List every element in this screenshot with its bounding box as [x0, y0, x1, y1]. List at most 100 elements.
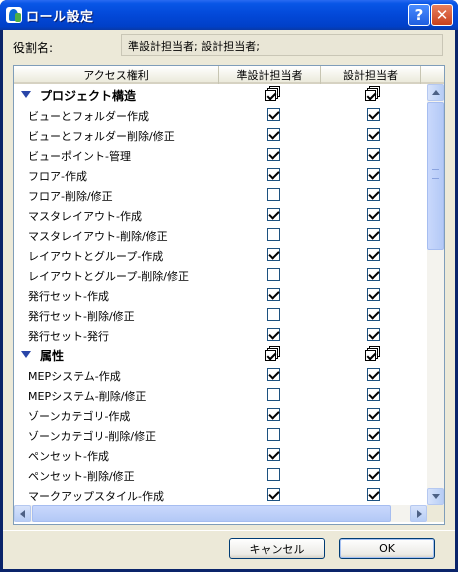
scroll-up-button[interactable] — [427, 84, 444, 101]
designer-checkbox[interactable] — [367, 168, 380, 181]
associate-designer-checkbox[interactable] — [267, 328, 280, 341]
access-right-label: レイアウトとグループ-削除/修正 — [28, 270, 190, 283]
access-rights-list[interactable]: アクセス権利 準設計担当者 設計担当者 プロジェクト構造 ビューとフォルダー作成ビ… — [13, 65, 445, 525]
associate-designer-checkbox[interactable] — [267, 368, 280, 381]
associate-designer-checkbox[interactable] — [267, 468, 280, 481]
table-row[interactable]: ゾーンカテゴリ-作成 — [14, 404, 427, 424]
table-row[interactable]: ゾーンカテゴリ-削除/修正 — [14, 424, 427, 444]
access-right-label: マスタレイアウト-削除/修正 — [28, 230, 168, 243]
table-row[interactable]: フロア-削除/修正 — [14, 184, 427, 204]
ok-button[interactable]: OK — [339, 538, 435, 559]
access-right-label: フロア-削除/修正 — [28, 190, 113, 203]
role-name-label: 役割名: — [13, 41, 54, 55]
scroll-down-button[interactable] — [427, 488, 444, 505]
designer-checkbox[interactable] — [367, 148, 380, 161]
associate-designer-checkbox[interactable] — [267, 168, 280, 181]
designer-checkbox[interactable] — [367, 408, 380, 421]
table-row[interactable]: 発行セット-作成 — [14, 284, 427, 304]
table-row[interactable]: マスタレイアウト-作成 — [14, 204, 427, 224]
table-row[interactable]: ペンセット-作成 — [14, 444, 427, 464]
table-row[interactable]: レイアウトとグループ-作成 — [14, 244, 427, 264]
mixed-state-checkbox-icon[interactable] — [365, 346, 381, 362]
table-row[interactable]: マークアップスタイル-作成 — [14, 484, 427, 504]
table-row[interactable]: ペンセット-削除/修正 — [14, 464, 427, 484]
collapse-caret-icon[interactable] — [21, 351, 31, 358]
table-row[interactable]: MEPシステム-削除/修正 — [14, 384, 427, 404]
designer-checkbox[interactable] — [367, 208, 380, 221]
designer-checkbox[interactable] — [367, 428, 380, 441]
associate-designer-checkbox[interactable] — [267, 248, 280, 261]
table-row[interactable]: フロア-作成 — [14, 164, 427, 184]
scroll-right-button[interactable] — [410, 505, 427, 522]
group-label: プロジェクト構造 — [40, 89, 137, 103]
associate-designer-checkbox[interactable] — [267, 108, 280, 121]
designer-checkbox[interactable] — [367, 228, 380, 241]
associate-designer-checkbox[interactable] — [267, 128, 280, 141]
designer-checkbox[interactable] — [367, 488, 380, 501]
designer-checkbox[interactable] — [367, 388, 380, 401]
designer-checkbox[interactable] — [367, 448, 380, 461]
access-right-label: ビューポイント-管理 — [28, 150, 131, 163]
access-right-label: マスタレイアウト-作成 — [28, 210, 142, 223]
vertical-scroll-thumb[interactable] — [427, 102, 444, 250]
designer-checkbox[interactable] — [367, 368, 380, 381]
app-icon — [6, 7, 22, 23]
designer-checkbox[interactable] — [367, 248, 380, 261]
designer-checkbox[interactable] — [367, 468, 380, 481]
mixed-state-checkbox-icon[interactable] — [265, 346, 281, 362]
horizontal-scroll-thumb[interactable] — [32, 505, 391, 522]
associate-designer-checkbox[interactable] — [267, 308, 280, 321]
table-row[interactable]: MEPシステム-作成 — [14, 364, 427, 384]
designer-checkbox[interactable] — [367, 268, 380, 281]
table-row[interactable]: レイアウトとグループ-削除/修正 — [14, 264, 427, 284]
designer-checkbox[interactable] — [367, 108, 380, 121]
designer-checkbox[interactable] — [367, 188, 380, 201]
group-row[interactable]: 属性 — [14, 344, 427, 364]
scroll-left-button[interactable] — [14, 505, 31, 522]
access-right-label: ゾーンカテゴリ-作成 — [28, 410, 131, 423]
cancel-button[interactable]: キャンセル — [229, 538, 325, 559]
dialog-window: ロール設定 ? ✕ 役割名: 準設計担当者; 設計担当者; アクセス権利 準設計… — [0, 0, 458, 572]
title-bar: ロール設定 ? ✕ — [0, 0, 458, 30]
access-right-label: ペンセット-削除/修正 — [28, 470, 135, 483]
table-row[interactable]: マスタレイアウト-削除/修正 — [14, 224, 427, 244]
designer-checkbox[interactable] — [367, 288, 380, 301]
access-right-label: フロア-作成 — [28, 170, 87, 183]
group-row[interactable]: プロジェクト構造 — [14, 84, 427, 104]
horizontal-scrollbar[interactable] — [14, 505, 427, 522]
associate-designer-checkbox[interactable] — [267, 388, 280, 401]
window-title: ロール設定 — [26, 9, 94, 25]
access-right-label: MEPシステム-作成 — [28, 370, 121, 383]
designer-checkbox[interactable] — [367, 308, 380, 321]
collapse-caret-icon[interactable] — [21, 91, 31, 98]
close-button[interactable]: ✕ — [431, 4, 453, 26]
table-row[interactable]: 発行セット-削除/修正 — [14, 304, 427, 324]
list-rows: プロジェクト構造 ビューとフォルダー作成 ビューとフォルダー削除/修正ビューポイント… — [14, 84, 427, 505]
table-row[interactable]: ビューとフォルダー作成 — [14, 104, 427, 124]
column-header-associate-designer[interactable]: 準設計担当者 — [219, 66, 321, 84]
associate-designer-checkbox[interactable] — [267, 208, 280, 221]
column-header-designer[interactable]: 設計担当者 — [321, 66, 421, 84]
list-header: アクセス権利 準設計担当者 設計担当者 — [14, 66, 444, 84]
table-row[interactable]: 発行セット-発行 — [14, 324, 427, 344]
designer-checkbox[interactable] — [367, 328, 380, 341]
column-header-access-rights[interactable]: アクセス権利 — [14, 66, 219, 84]
associate-designer-checkbox[interactable] — [267, 188, 280, 201]
mixed-state-checkbox-icon[interactable] — [365, 86, 381, 102]
help-button[interactable]: ? — [408, 4, 430, 26]
associate-designer-checkbox[interactable] — [267, 288, 280, 301]
associate-designer-checkbox[interactable] — [267, 428, 280, 441]
associate-designer-checkbox[interactable] — [267, 228, 280, 241]
associate-designer-checkbox[interactable] — [267, 148, 280, 161]
designer-checkbox[interactable] — [367, 128, 380, 141]
group-label: 属性 — [40, 349, 65, 363]
associate-designer-checkbox[interactable] — [267, 448, 280, 461]
associate-designer-checkbox[interactable] — [267, 268, 280, 281]
associate-designer-checkbox[interactable] — [267, 488, 280, 501]
table-row[interactable]: ビューとフォルダー削除/修正 — [14, 124, 427, 144]
associate-designer-checkbox[interactable] — [267, 408, 280, 421]
mixed-state-checkbox-icon[interactable] — [265, 86, 281, 102]
access-right-label: ペンセット-作成 — [28, 450, 109, 463]
table-row[interactable]: ビューポイント-管理 — [14, 144, 427, 164]
vertical-scrollbar[interactable] — [427, 84, 444, 505]
